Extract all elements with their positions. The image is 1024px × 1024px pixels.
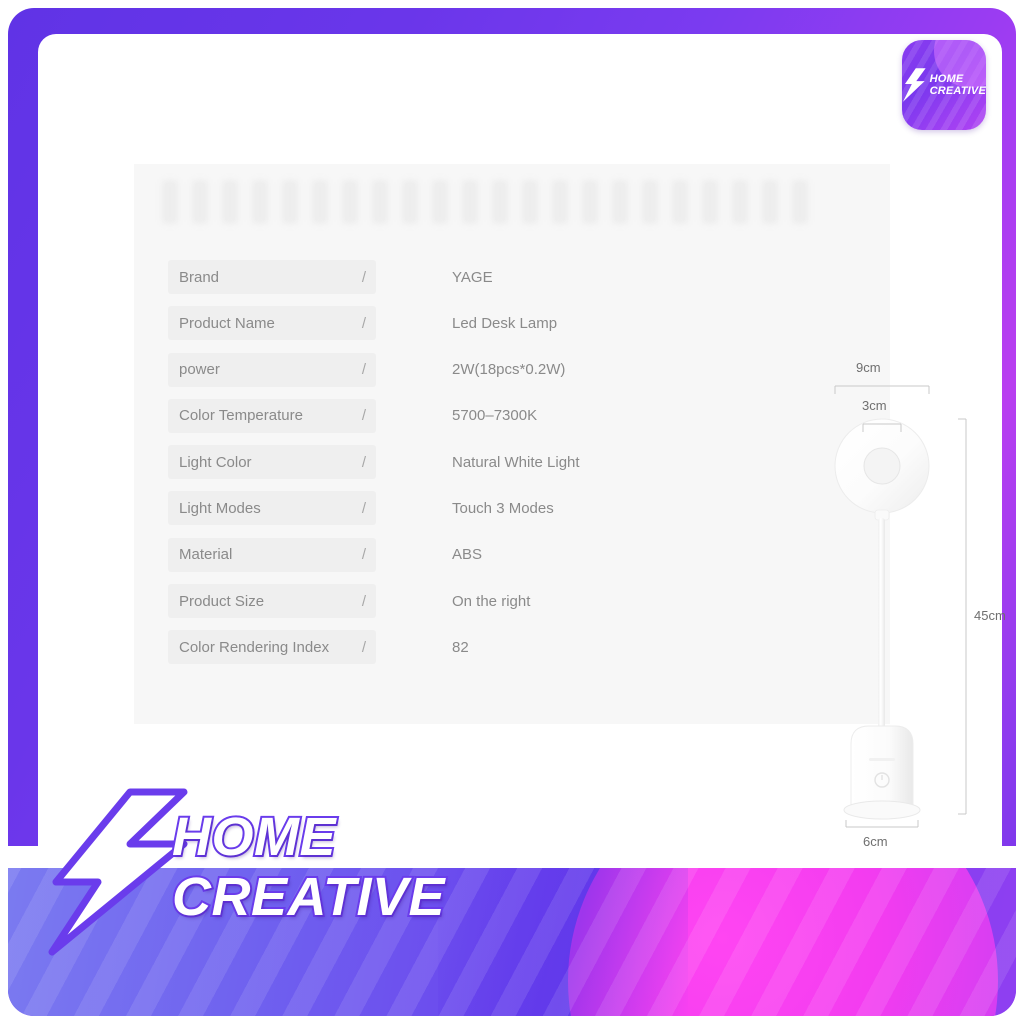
spec-value: 82 (452, 638, 469, 656)
spec-separator: / (361, 499, 366, 517)
table-row: Product Size / On the right (168, 584, 858, 630)
lamp-stem (878, 518, 885, 738)
panel-watermark (162, 180, 812, 224)
spec-separator: / (361, 268, 366, 286)
dimension-line-base-width (845, 820, 919, 828)
spec-key-label: Product Name (179, 314, 275, 332)
table-row: Material / ABS (168, 537, 858, 584)
spec-separator: / (361, 407, 366, 425)
spec-key-cell: Light Color / (168, 445, 376, 480)
table-row: Color Temperature / 5700–7300K (168, 398, 858, 445)
dimension-line-height (958, 418, 967, 815)
table-row: Brand / YAGE (168, 260, 858, 306)
specification-panel: Brand / YAGE Product Name / Led Desk Lam… (134, 164, 1006, 849)
spec-value: Touch 3 Modes (452, 499, 554, 517)
spec-key-cell: Color Rendering Index / (168, 630, 376, 665)
spec-key-cell: Color Temperature / (168, 398, 376, 433)
spec-value: Led Desk Lamp (452, 314, 558, 332)
spec-key-label: Brand (179, 268, 220, 286)
dimension-line-head-outer (834, 385, 930, 394)
specification-table: Brand / YAGE Product Name / Led Desk Lam… (168, 260, 858, 677)
spec-key-cell: Brand / (168, 260, 376, 294)
spec-value: ABS (452, 546, 483, 564)
dimension-label-head-outer: 9cm (856, 360, 881, 375)
lamp-diagram: 9cm 3cm 45cm 6cm (774, 344, 1024, 864)
lightning-bolt-icon (902, 68, 926, 102)
spec-key-cell: Material / (168, 537, 376, 572)
spec-separator: / (361, 592, 366, 610)
spec-key-label: Color Temperature (179, 407, 303, 425)
spec-key-label: Light Color (179, 453, 252, 471)
spec-separator: / (361, 638, 366, 656)
spec-value: 5700–7300K (452, 407, 538, 425)
brand-badge: HOME CREATIVE (902, 40, 986, 130)
spec-key-cell: power / (168, 352, 376, 387)
lamp-base (843, 725, 921, 820)
lamp-illustration (834, 385, 967, 828)
footer-word-creative: CREATIVE (170, 867, 447, 927)
table-row: power / 2W(18pcs*0.2W) (168, 352, 858, 399)
table-row: Product Name / Led Desk Lamp (168, 306, 858, 352)
spec-separator: / (361, 546, 366, 564)
badge-word-creative: CREATIVE (929, 85, 986, 97)
product-spec-image: HOME CREATIVE Brand / YAGE Product Name … (0, 0, 1024, 1024)
spec-separator: / (361, 314, 366, 332)
footer-wordmark: HOME CREATIVE (170, 807, 462, 927)
lamp-head-ring (834, 418, 930, 514)
table-row: Light Color / Natural White Light (168, 445, 858, 491)
spec-key-label: Product Size (179, 592, 265, 610)
spec-value: On the right (452, 592, 531, 610)
spec-separator: / (361, 361, 366, 379)
spec-value: 2W(18pcs*0.2W) (452, 361, 566, 379)
spec-key-label: Light Modes (179, 499, 261, 517)
spec-value: Natural White Light (452, 453, 580, 471)
table-row: Color Rendering Index / 82 (168, 630, 858, 676)
badge-wordmark: HOME CREATIVE (930, 73, 986, 98)
badge-content: HOME CREATIVE (902, 40, 986, 130)
spec-key-label: Color Rendering Index (179, 638, 330, 656)
spec-value: YAGE (452, 268, 493, 286)
dimension-label-height: 45cm (974, 608, 1006, 623)
spec-key-cell: Product Size / (168, 584, 376, 619)
spec-key-label: power (179, 361, 220, 379)
footer-brand-logo: HOME CREATIVE (34, 786, 454, 956)
dimension-label-head-inner: 3cm (862, 398, 887, 413)
footer-word-home: HOME (170, 807, 338, 867)
spec-key-cell: Product Name / (168, 306, 376, 341)
badge-word-home: HOME (929, 72, 964, 85)
table-row: Light Modes / Touch 3 Modes (168, 491, 858, 537)
spec-key-label: Material (179, 546, 233, 564)
spec-key-cell: Light Modes / (168, 491, 376, 526)
spec-separator: / (361, 453, 366, 471)
